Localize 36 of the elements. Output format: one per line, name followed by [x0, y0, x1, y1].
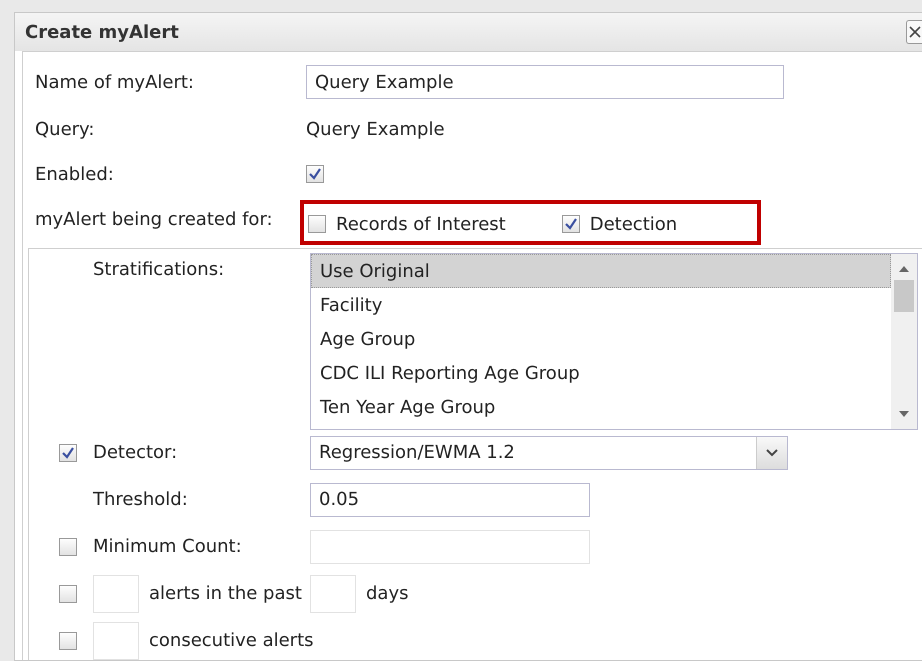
field-label: days	[366, 583, 408, 604]
option-label: Detection	[590, 214, 678, 234]
scrollbar-thumb[interactable]	[894, 280, 914, 312]
list-item[interactable]: Use Original	[311, 254, 891, 288]
field-label: Name of myAlert:	[35, 72, 195, 92]
checkbox[interactable]	[59, 632, 77, 650]
query-value: Query Example	[306, 118, 445, 140]
days-input[interactable]	[310, 574, 356, 612]
stratification-list[interactable]: Use Original Facility Age Group CDC ILI Reporting Age Group Ten Year Age Group	[310, 253, 918, 430]
field-label: Stratifications:	[93, 259, 226, 280]
close-icon	[909, 26, 921, 38]
scroll-up-icon[interactable]	[898, 264, 910, 274]
field-label: myAlert being created for:	[35, 208, 274, 230]
chevron-down-icon	[766, 448, 778, 456]
field-label: Threshold:	[93, 489, 189, 510]
field-label: alerts in the past	[149, 583, 303, 604]
scroll-down-icon[interactable]	[898, 409, 910, 419]
detector-select[interactable]: Regression/EWMA 1.2	[310, 436, 788, 470]
field-label: Query:	[35, 118, 96, 140]
count-input[interactable]	[93, 574, 139, 612]
checkbox[interactable]	[562, 215, 580, 233]
field-label: Minimum Count:	[93, 536, 243, 557]
checkbox[interactable]	[306, 165, 324, 183]
checkbox[interactable]	[59, 584, 77, 602]
option-label: Records of Interest	[336, 214, 506, 234]
scrollbar[interactable]	[891, 254, 917, 429]
field-label: Detector:	[93, 442, 178, 463]
count-input[interactable]	[93, 622, 139, 660]
field-label: consecutive alerts	[149, 630, 314, 651]
threshold-input[interactable]: 0.05	[310, 482, 590, 516]
checkbox[interactable]	[59, 444, 77, 462]
field-label: Enabled:	[35, 164, 115, 184]
name-input[interactable]: Query Example	[306, 65, 784, 99]
checkbox[interactable]	[308, 215, 326, 233]
dialog-title: Create myAlert	[25, 22, 179, 42]
close-button[interactable]	[906, 20, 922, 44]
